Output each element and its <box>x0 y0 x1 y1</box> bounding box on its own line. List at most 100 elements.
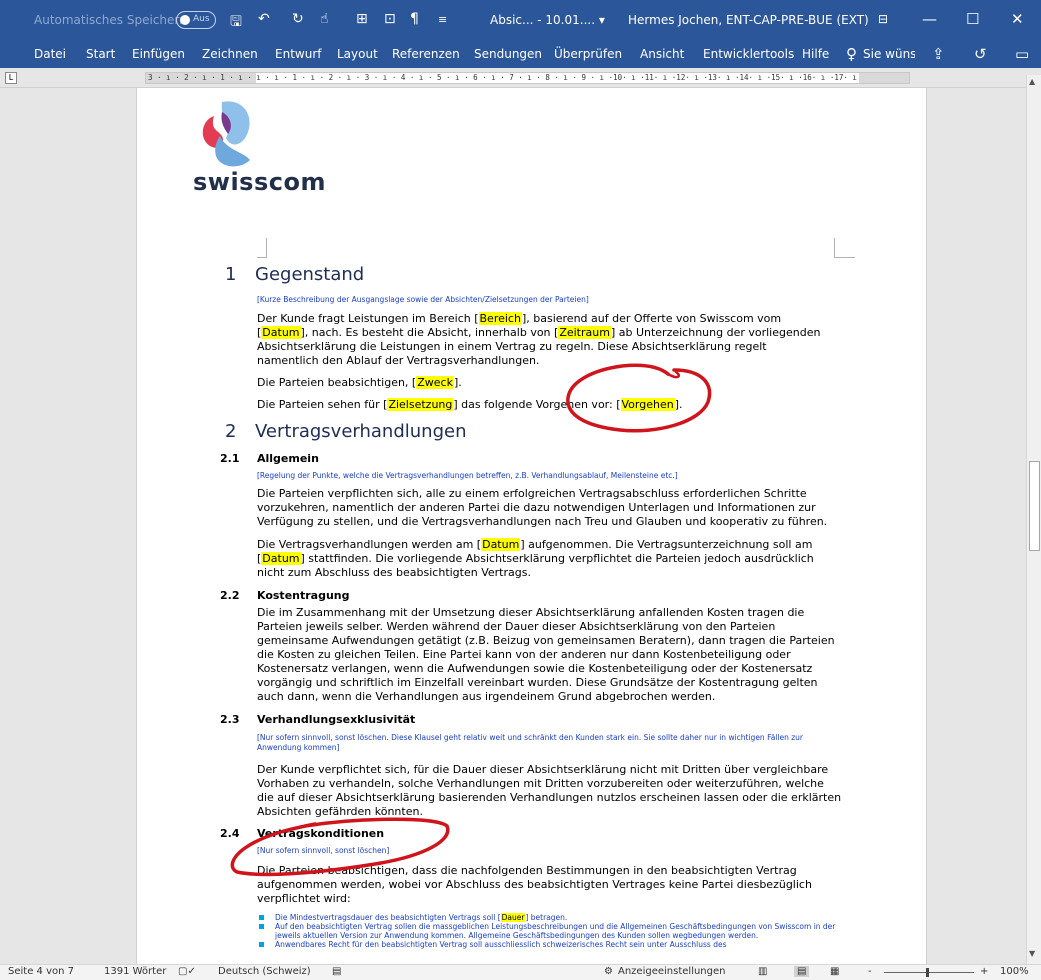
heading-number: 2 <box>225 421 237 442</box>
ribbon-tabs: Datei Start Einfügen Zeichnen Entwurf La… <box>0 40 1041 68</box>
user-name[interactable]: Hermes Jochen, ENT-CAP-PRE-BUE (EXT) <box>628 13 869 27</box>
crop-mark-right <box>834 238 855 258</box>
minimize-icon[interactable]: — <box>922 10 937 28</box>
text-run: ] das folgende Vorgehen vor: [ <box>453 398 621 411</box>
lightbulb-icon[interactable]: ♀ <box>846 45 857 63</box>
customize-toolbar-icon[interactable]: ≡ <box>438 13 447 26</box>
text-run: Der Kunde fragt Leistungen im Bereich [ <box>257 312 479 325</box>
tab-zeichnen[interactable]: Zeichnen <box>202 47 258 61</box>
swisscom-logo-text: swisscom <box>193 168 326 196</box>
heading-text: Verhandlungsexklusivität <box>257 713 416 726</box>
placeholder-zweck[interactable]: Zweck <box>416 376 454 389</box>
read-mode-icon[interactable]: ▥ <box>758 966 767 977</box>
display-settings-icon[interactable]: ⚙ <box>604 966 613 977</box>
tab-ueberpruefen[interactable]: Überprüfen <box>554 47 622 61</box>
scroll-up-icon[interactable]: ▲ <box>1029 77 1035 86</box>
paragraph-gegenstand-1: Der Kunde fragt Leistungen im Bereich [B… <box>257 312 827 368</box>
document-page[interactable]: swisscom 1 Gegenstand [Kurze Beschreibung… <box>136 88 927 964</box>
tab-datei[interactable]: Datei <box>34 47 66 61</box>
status-bar: Seite 4 von 7 1391 Wörter ▢✓ Deutsch (Sc… <box>0 964 1041 980</box>
horizontal-ruler[interactable]: 3 · ı · 2 · ı · 1 · ı · ı · ı · 1 · ı · … <box>145 72 910 84</box>
tab-start[interactable]: Start <box>86 47 115 61</box>
heading-number: 1 <box>225 264 237 285</box>
placeholder-zeitraum[interactable]: Zeitraum <box>558 326 611 339</box>
share-icon[interactable]: ⇪ <box>932 45 945 63</box>
placeholder-datum[interactable]: Datum <box>261 552 301 565</box>
heading-text: Gegenstand <box>255 264 365 285</box>
language[interactable]: Deutsch (Schweiz) <box>218 966 311 977</box>
heading-text: Vertragskonditionen <box>257 827 385 840</box>
zoom-slider[interactable] <box>884 972 974 973</box>
heading-text: Vertragsverhandlungen <box>255 421 467 442</box>
text-run: ]. <box>453 376 462 389</box>
document-title[interactable]: Absic... - 10.01.... ▾ <box>490 13 605 27</box>
close-icon[interactable]: ✕ <box>1011 10 1024 28</box>
paragraph-kostentragung: Die im Zusammenhang mit der Umsetzung di… <box>257 606 835 703</box>
placeholder-vorgehen[interactable]: Vorgehen <box>620 398 675 411</box>
heading-number: 2.4 <box>220 827 240 840</box>
print-layout-icon[interactable]: ▤ <box>794 966 810 977</box>
tab-entwicklertools[interactable]: Entwicklertools <box>703 47 794 61</box>
document-area[interactable]: swisscom 1 Gegenstand [Kurze Beschreibung… <box>0 88 1026 964</box>
paragraph-gegenstand-3: Die Parteien sehen für [Zielsetzung] das… <box>257 398 827 412</box>
history-icon[interactable]: ↺ <box>974 45 987 63</box>
tab-selector-icon[interactable]: L <box>5 72 17 84</box>
tab-layout[interactable]: Layout <box>337 47 378 61</box>
zoom-in-button[interactable]: + <box>980 966 988 977</box>
text-run: Die Parteien sehen für [ <box>257 398 388 411</box>
save-icon[interactable]: 🖫 <box>230 11 242 35</box>
heading-verhandlungsexklusivitaet: 2.3 Verhandlungsexklusivität <box>220 713 415 726</box>
tab-ansicht[interactable]: Ansicht <box>640 47 684 61</box>
tab-referenzen[interactable]: Referenzen <box>392 47 460 61</box>
tab-hilfe[interactable]: Hilfe <box>802 47 829 61</box>
ruler-scale: 3 · ı · 2 · ı · 1 · ı · ı · ı · 1 · ı · … <box>148 73 857 82</box>
zoom-level[interactable]: 100% <box>1000 966 1029 977</box>
display-settings[interactable]: Anzeigeeinstellungen <box>618 966 725 977</box>
vertical-scrollbar[interactable]: ▲ ▼ <box>1026 75 1041 964</box>
placeholder-datum[interactable]: Datum <box>481 538 521 551</box>
text-run: ] betragen. <box>525 913 568 922</box>
placeholder-bereich[interactable]: Bereich <box>478 312 522 325</box>
toggle-knob <box>180 15 190 25</box>
word-count[interactable]: 1391 Wörter <box>104 966 166 977</box>
list-item: Auf den beabsichtigten Vertrag sollen di… <box>257 922 837 940</box>
maximize-icon[interactable]: ☐ <box>966 10 979 28</box>
hint-vertragskonditionen: [Nur sofern sinnvoll, sonst löschen] <box>257 846 390 855</box>
comments-icon[interactable]: ▭ <box>1015 45 1029 63</box>
text-run: ]. <box>674 398 683 411</box>
tab-einfuegen[interactable]: Einfügen <box>132 47 185 61</box>
placeholder-datum[interactable]: Datum <box>261 326 301 339</box>
touch-mode-icon[interactable]: ☝ <box>320 11 329 27</box>
heading-text: Kostentragung <box>257 589 350 602</box>
scroll-down-icon[interactable]: ▼ <box>1029 949 1035 958</box>
page-count[interactable]: Seite 4 von 7 <box>8 966 74 977</box>
undo-icon[interactable]: ↶ <box>258 11 270 27</box>
scrollbar-thumb[interactable] <box>1029 461 1040 551</box>
tell-me-search[interactable]: Sie wünsc <box>863 47 915 61</box>
ribbon-display-icon[interactable]: ⊟ <box>878 12 888 26</box>
redo-icon[interactable]: ↻ <box>292 11 304 27</box>
placeholder-zielsetzung[interactable]: Zielsetzung <box>387 398 454 411</box>
zoom-out-button[interactable]: - <box>868 966 872 977</box>
proofing-icon[interactable]: ▢✓ <box>178 966 196 977</box>
insert-icon[interactable]: ⊞ <box>356 11 368 27</box>
text-run: ] stattfinden. Die vorliegende Absichtse… <box>257 552 814 579</box>
placeholder-dauer[interactable]: Dauer <box>500 913 526 922</box>
paragraph-allgemein-2: Die Vertragsverhandlungen werden am [Dat… <box>257 538 832 580</box>
paragraph-gegenstand-2: Die Parteien beabsichtigen, [Zweck]. <box>257 376 827 390</box>
tab-entwurf[interactable]: Entwurf <box>275 47 321 61</box>
heading-number: 2.2 <box>220 589 240 602</box>
zoom-slider-thumb[interactable] <box>926 968 929 977</box>
web-layout-icon[interactable]: ▦ <box>830 966 839 977</box>
heading-number: 2.3 <box>220 713 240 726</box>
macro-recording-icon[interactable]: ▤ <box>332 966 341 977</box>
heading-gegenstand: 1 Gegenstand <box>225 264 364 285</box>
comment-icon[interactable]: ⊡ <box>384 11 396 27</box>
autosave-toggle[interactable]: Aus <box>176 11 216 29</box>
paragraph-marks-icon[interactable]: ¶ <box>410 11 419 27</box>
tab-sendungen[interactable]: Sendungen <box>474 47 542 61</box>
list-item: Anwendbares Recht für den beabsichtigten… <box>257 940 837 949</box>
bullet-list: Die Mindestvertragsdauer des beabsichtig… <box>257 913 837 949</box>
crop-mark-left <box>257 238 267 258</box>
hint-verhandlungsexklusivitaet: [Nur sofern sinnvoll, sonst löschen. Die… <box>257 733 803 752</box>
